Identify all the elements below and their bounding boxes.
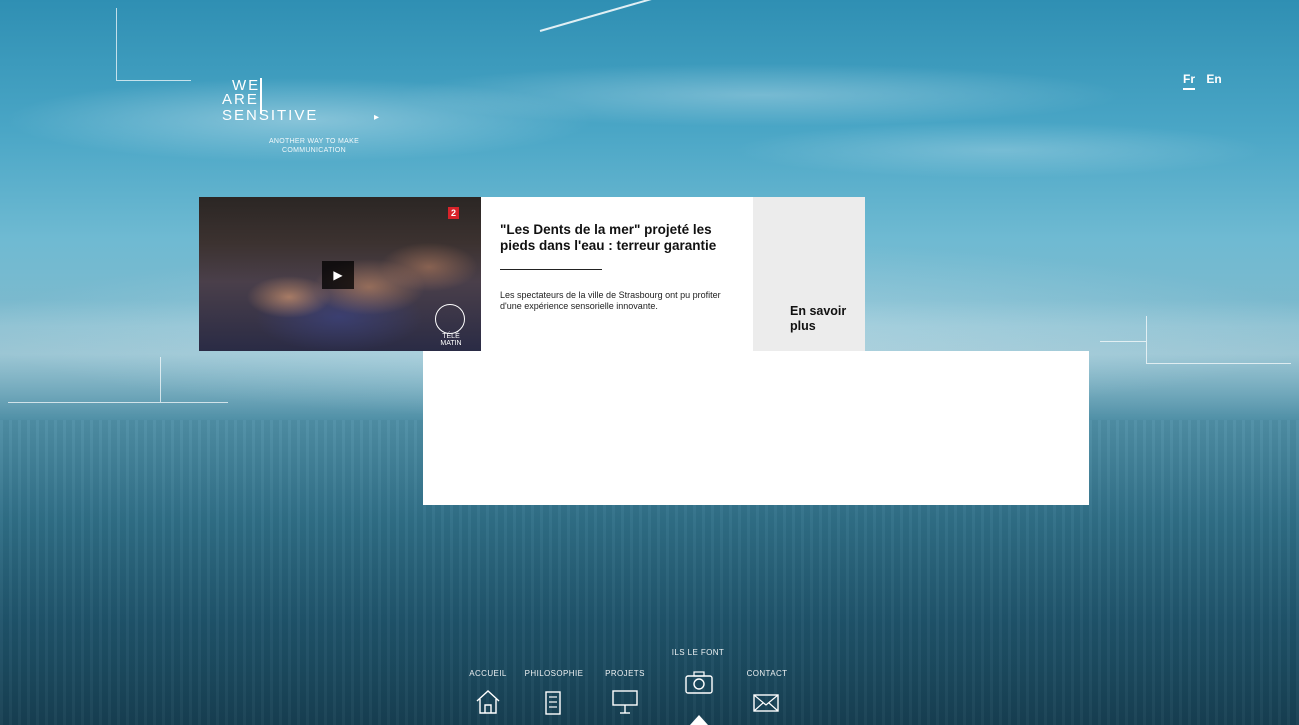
video-thumbnail[interactable]: 2 ▶ TÉLÉ MATIN: [199, 197, 481, 351]
frame-line: [1146, 316, 1147, 363]
nav-philosophie[interactable]: PHILOSOPHIE: [521, 669, 587, 721]
frame-line: [116, 8, 117, 80]
nav-label: ILS LE FONT: [671, 648, 725, 657]
logo-line-3: SENSITIVE: [222, 107, 319, 124]
frame-line: [116, 80, 191, 81]
book-icon: [545, 691, 561, 715]
camera-icon: [685, 671, 713, 694]
nav-ils-le-font[interactable]: ILS LE FONT: [664, 648, 732, 700]
nav-accueil[interactable]: ACCUEIL: [462, 669, 514, 721]
nav-label: PROJETS: [605, 669, 645, 678]
nav-label: CONTACT: [746, 669, 788, 678]
read-more-button[interactable]: En savoir plus: [753, 197, 865, 351]
logo-line-2: ARE: [222, 91, 259, 108]
clock-icon: [435, 304, 465, 334]
home-icon: [476, 690, 500, 714]
frame-line: [1146, 363, 1291, 364]
logo-tagline: ANOTHER WAY TO MAKE COMMUNICATION: [268, 138, 360, 154]
channel-badge: 2: [448, 207, 459, 219]
nav-contact[interactable]: CONTACT: [742, 669, 792, 721]
language-switcher: Fr En: [1183, 72, 1230, 90]
article-title: "Les Dents de la mer" projeté les pieds …: [500, 222, 717, 253]
lang-en[interactable]: En: [1206, 72, 1221, 86]
nav-label: PHILOSOPHIE: [524, 669, 584, 678]
show-label: TÉLÉ MATIN: [440, 333, 462, 347]
title-divider: [500, 269, 602, 270]
frame-line: [1100, 341, 1146, 342]
lang-fr[interactable]: Fr: [1183, 72, 1195, 90]
article-panel: "Les Dents de la mer" projeté les pieds …: [481, 197, 753, 351]
nav-projets[interactable]: PROJETS: [600, 669, 650, 721]
nav-label: ACCUEIL: [469, 669, 507, 678]
read-more-label: En savoir plus: [790, 304, 847, 333]
frame-line: [160, 357, 161, 402]
frame-line: [8, 402, 228, 403]
logo-arrow-icon: ▸: [374, 112, 380, 123]
article-description: Les spectateurs de la ville de Strasbour…: [500, 290, 721, 311]
play-icon[interactable]: ▶: [322, 261, 354, 289]
mail-icon: [753, 694, 779, 712]
content-panel: [423, 351, 1089, 505]
presentation-board-icon: [612, 690, 638, 714]
logo-bar: [260, 78, 262, 114]
news-card: 2 ▶ TÉLÉ MATIN "Les Dents de la mer" pro…: [199, 197, 865, 351]
logo[interactable]: WE ARE SENSITIVE ▸ ANOTHER WAY TO MAKE C…: [222, 78, 392, 168]
